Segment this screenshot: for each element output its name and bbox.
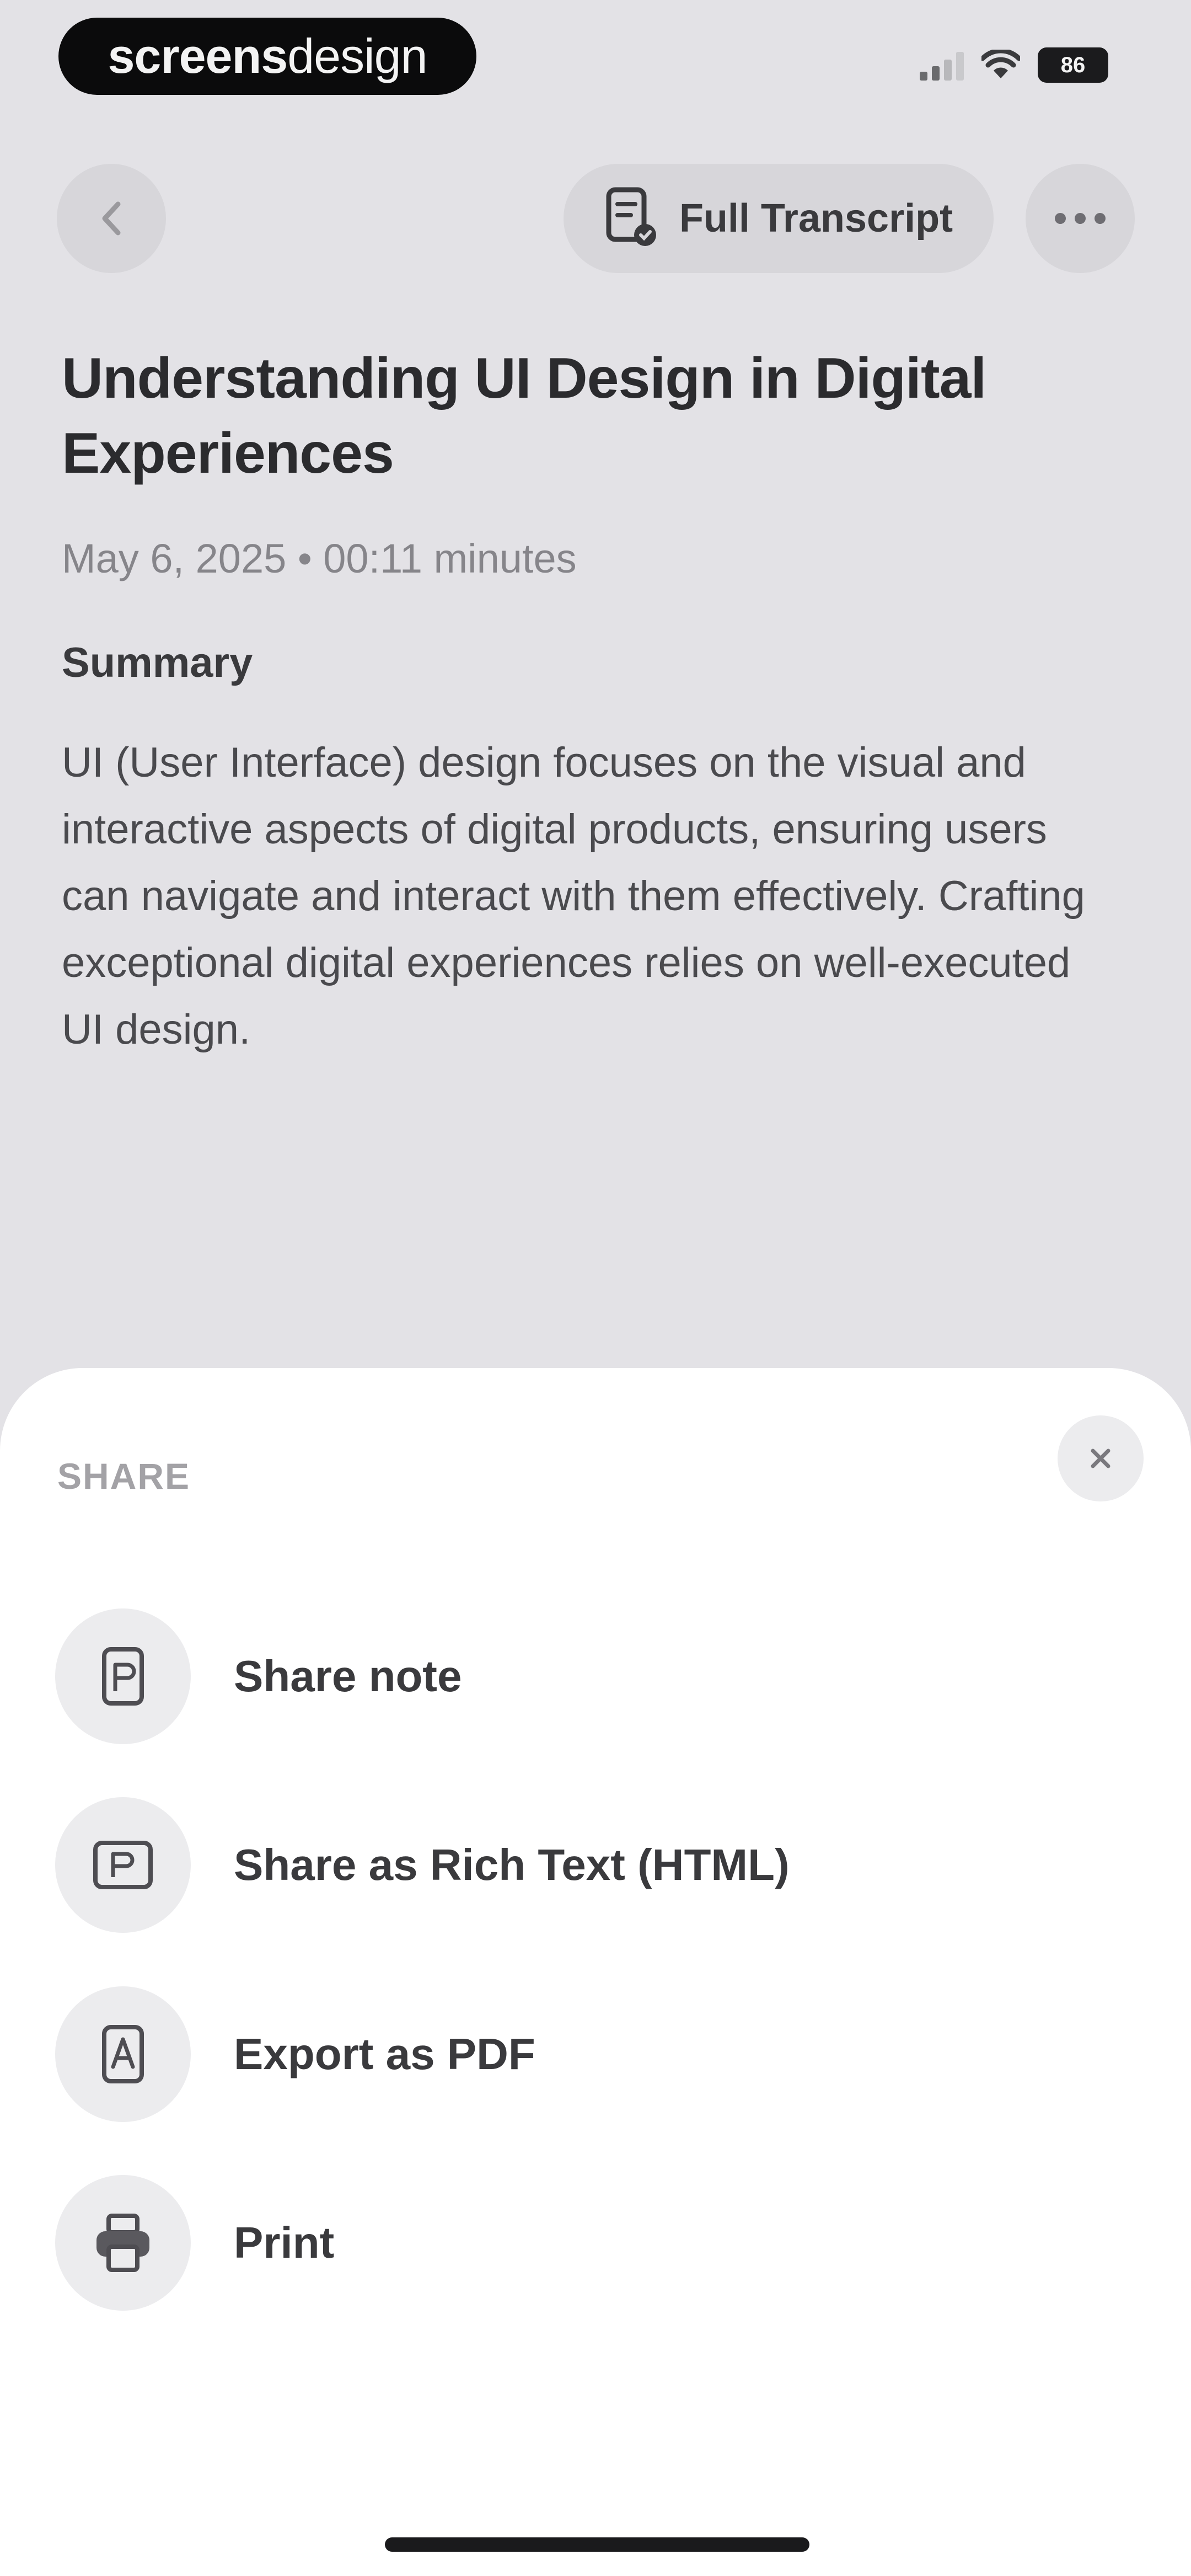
summary-text: UI (User Interface) design focuses on th… [62,739,1085,1053]
transcript-icon [606,187,656,246]
back-button[interactable] [57,164,166,273]
cellular-signal-icon [920,50,964,81]
export-pdf-label: Export as PDF [234,2029,535,2078]
printer-icon [96,2214,149,2272]
ellipsis-icon [1055,213,1106,224]
status-indicators: 86 [920,47,1108,83]
close-button[interactable] [1058,1415,1144,1501]
print-icon-circle [55,2175,191,2311]
pdf-icon [102,2025,144,2083]
home-indicator[interactable] [385,2537,809,2552]
more-options-button[interactable] [1026,164,1135,273]
brand-logo: screens design [58,18,476,95]
wifi-icon [981,50,1020,78]
print-option[interactable]: Print [55,2175,1136,2311]
chevron-left-icon [102,201,121,236]
brand-text-bold: screens [108,29,288,83]
export-pdf-option[interactable]: Export as PDF [55,1986,1136,2122]
full-transcript-button[interactable]: Full Transcript [564,164,994,273]
close-icon [1091,1449,1110,1468]
battery-icon: 86 [1038,47,1108,83]
note-meta: May 6, 2025 • 00:11 minutes [62,536,577,581]
print-label: Print [234,2218,335,2267]
share-rich-text-option[interactable]: Share as Rich Text (HTML) [55,1797,1136,1933]
share-note-option[interactable]: Share note [55,1608,1136,1744]
screen: screens design 86 Full Transcript Unders… [0,0,1191,2576]
share-note-label: Share note [234,1652,462,1701]
page-title: Understanding UI Design in Digital Exper… [62,346,986,485]
share-note-icon-circle [55,1608,191,1744]
brand-text-light: design [287,29,427,83]
share-rich-text-label: Share as Rich Text (HTML) [234,1840,790,1889]
export-pdf-icon-circle [55,1986,191,2122]
full-transcript-label: Full Transcript [679,196,953,241]
share-sheet: SHARE Share note Share as Rich Text (HTM… [0,1368,1191,2576]
share-heading: SHARE [57,1456,191,1497]
share-rich-text-icon-circle [55,1797,191,1933]
rich-text-icon [93,1841,153,1889]
battery-level: 86 [1060,52,1086,77]
note-icon [102,1647,144,1706]
summary-heading: Summary [62,639,253,686]
